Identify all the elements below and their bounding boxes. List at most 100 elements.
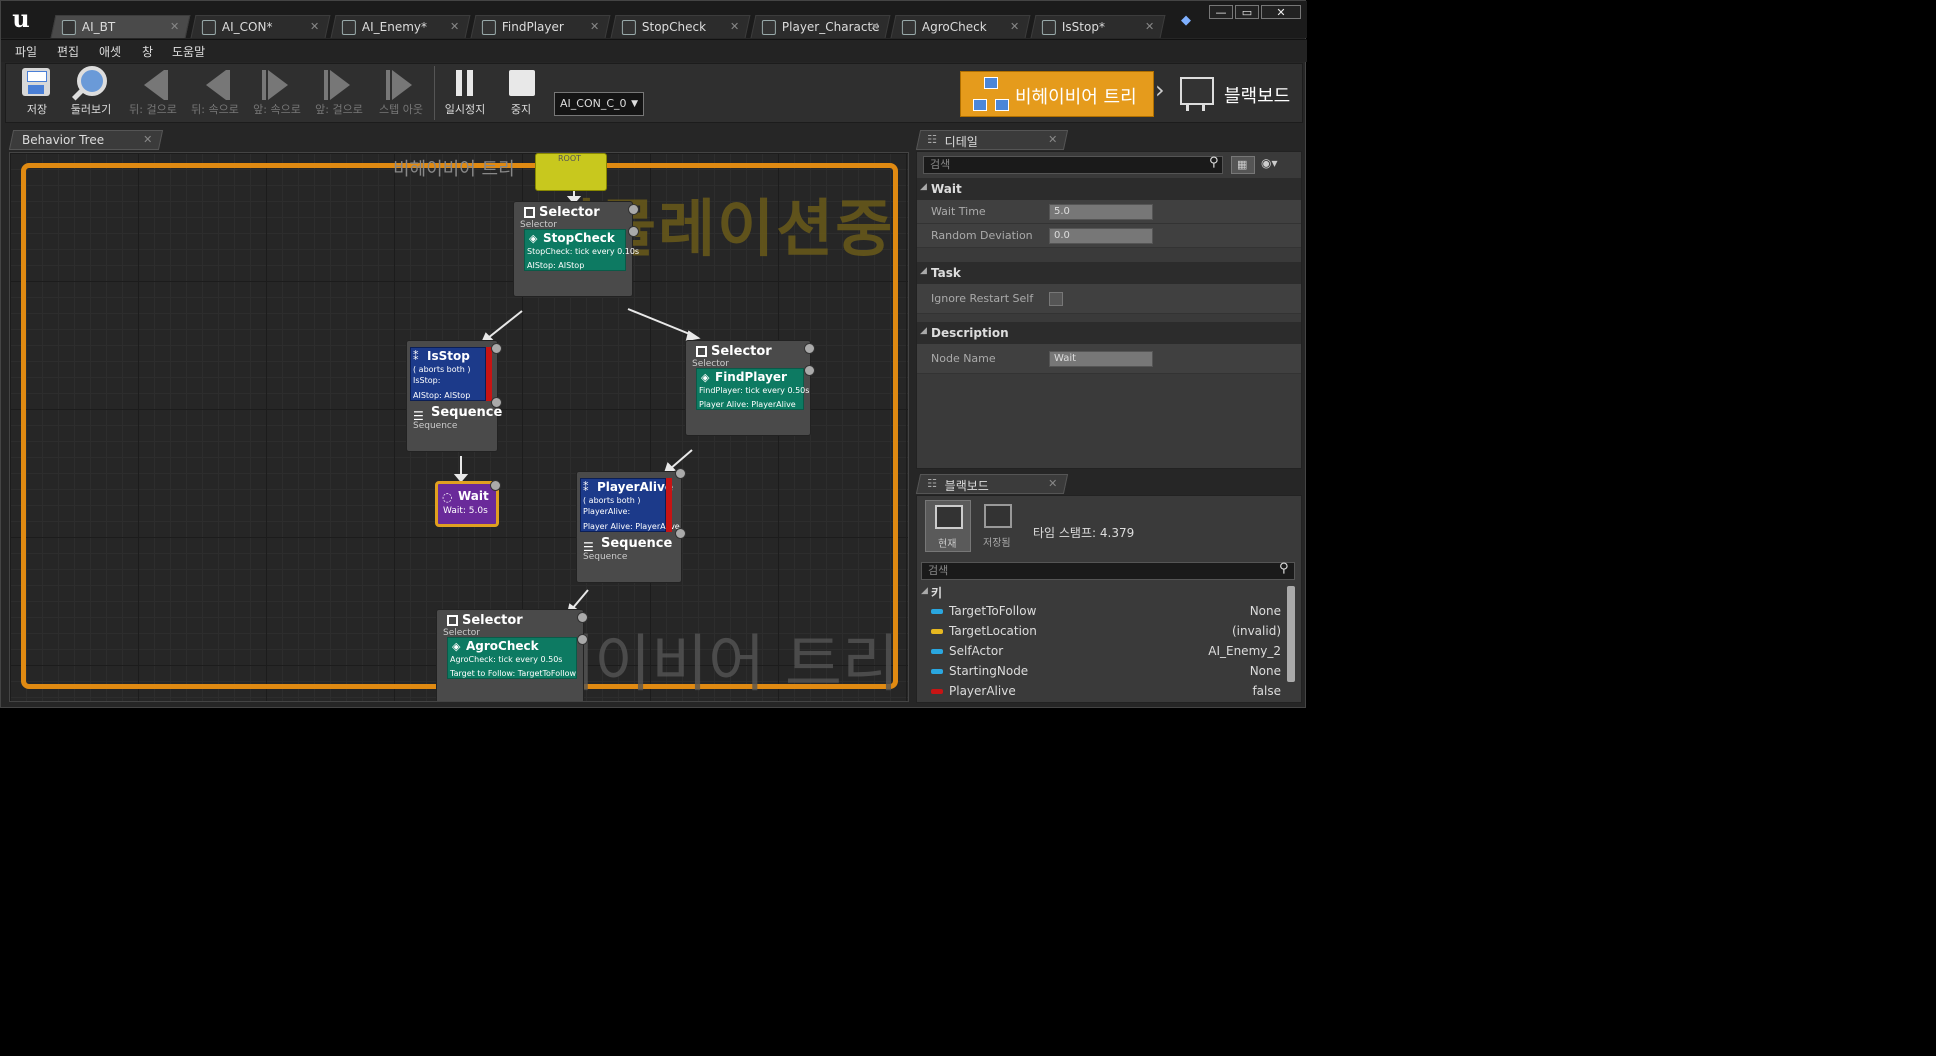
step-out-button[interactable]: 스텝 아웃	[372, 64, 430, 122]
selector-node-root[interactable]: Selector Selector ◈ StopCheck StopCheck:…	[513, 201, 639, 297]
collapse-icon[interactable]: ◢	[920, 266, 927, 276]
behavior-tree-graph[interactable]: 비헤이비어 트리 시뮬레이션중 비헤이비어 트리 ROOT Selector S…	[9, 152, 909, 702]
current-values-button[interactable]: 현재	[925, 500, 971, 552]
close-icon[interactable]: ✕	[310, 20, 319, 33]
tab-isstop[interactable]: IsStop* ✕	[1030, 15, 1166, 38]
behavior-tree-mode-button[interactable]: 비헤이비어 트리	[960, 71, 1154, 117]
details-search-input[interactable]: 검색	[923, 156, 1223, 174]
menu-asset[interactable]: 애셋	[99, 43, 121, 60]
close-icon[interactable]: ✕	[143, 133, 152, 146]
eye-icon[interactable]: ◉▾	[1261, 156, 1278, 170]
pause-button[interactable]: 일시정지	[436, 64, 494, 122]
service-findplayer[interactable]: ◈ FindPlayer FindPlayer: tick every 0.50…	[696, 368, 809, 410]
section-description[interactable]: Description	[917, 322, 1301, 344]
node-title: Selector	[462, 613, 523, 628]
decorator-isstop[interactable]: ⁑ IsStop ( aborts both ) IsStop: AIStop:…	[410, 347, 486, 401]
tab-details[interactable]: ☷ 디테일 ✕	[915, 130, 1069, 150]
menu-edit[interactable]: 편집	[57, 43, 79, 60]
node-pin[interactable]	[804, 343, 815, 354]
browse-button[interactable]: 둘러보기	[62, 64, 120, 122]
blackboard-search-input[interactable]: 검색	[921, 562, 1295, 580]
blackboard-key-row[interactable]: SelfActor AI_Enemy_2	[931, 642, 1281, 662]
minimize-button[interactable]: —	[1209, 5, 1233, 19]
node-pin[interactable]	[628, 204, 639, 215]
menu-help[interactable]: 도움말	[172, 43, 205, 60]
tab-blackboard[interactable]: ☷ 블랙보드 ✕	[915, 474, 1069, 494]
root-node[interactable]: ROOT	[535, 153, 607, 191]
node-pin[interactable]	[577, 612, 588, 623]
close-icon[interactable]: ✕	[1048, 477, 1057, 490]
selector-node-agrocheck[interactable]: Selector Selector ◈ AgroCheck AgroCheck:…	[436, 609, 588, 701]
stop-button[interactable]: 중지	[492, 64, 550, 122]
tab-behavior-tree-graph[interactable]: Behavior Tree ✕	[8, 130, 164, 150]
collapse-icon[interactable]: ◢	[920, 326, 927, 336]
wait-task-node[interactable]: ◌ Wait Wait: 5.0s	[435, 480, 501, 527]
node-pin[interactable]	[675, 468, 686, 479]
close-icon[interactable]: ✕	[1048, 133, 1057, 146]
forward-into-button[interactable]: 앞: 속으로	[248, 64, 306, 122]
blackboard-icon	[984, 504, 1012, 528]
forward-over-button[interactable]: 앞: 걸으로	[310, 64, 368, 122]
close-window-button[interactable]: ✕	[1261, 5, 1301, 19]
tab-findplayer[interactable]: FindPlayer ✕	[470, 15, 611, 38]
bool-key-icon	[931, 689, 943, 694]
blackboard-mode-button[interactable]: 블랙보드	[1172, 71, 1300, 117]
tab-agrocheck[interactable]: AgroCheck ✕	[890, 15, 1031, 38]
blackboard-key-row[interactable]: TargetLocation (invalid)	[931, 622, 1281, 642]
decorator-playeralive[interactable]: ⁑ PlayerAlive ( aborts both ) PlayerAliv…	[580, 478, 680, 532]
collapse-icon[interactable]: ◢	[921, 586, 928, 596]
sequence-node-playeralive[interactable]: ⁑ PlayerAlive ( aborts both ) PlayerAliv…	[576, 468, 686, 583]
debug-object-dropdown[interactable]: AI_CON_C_0 ▼	[554, 92, 644, 116]
close-icon[interactable]: ✕	[870, 20, 879, 33]
service-title: FindPlayer	[715, 370, 787, 384]
tab-stopcheck[interactable]: StopCheck ✕	[610, 15, 751, 38]
pause-label: 일시정지	[444, 103, 486, 116]
tab-ai-enemy[interactable]: AI_Enemy* ✕	[330, 15, 471, 38]
menu-window[interactable]: 창	[142, 43, 153, 60]
property-matrix-button[interactable]: ▦	[1231, 156, 1255, 174]
close-icon[interactable]: ✕	[1010, 20, 1019, 33]
save-button[interactable]: 저장	[8, 64, 66, 122]
ignore-restart-checkbox[interactable]	[1049, 292, 1063, 306]
forward-over-label: 앞: 걸으로	[315, 103, 363, 116]
node-pin[interactable]	[491, 397, 502, 408]
close-icon[interactable]: ✕	[1145, 20, 1154, 33]
section-task[interactable]: Task	[917, 262, 1301, 284]
tab-ai-con[interactable]: AI_CON* ✕	[190, 15, 331, 38]
node-pin[interactable]	[577, 634, 588, 645]
wait-time-input[interactable]: 5.0	[1049, 204, 1153, 220]
keys-scrollbar[interactable]	[1287, 586, 1295, 682]
blackboard-key-row[interactable]: TargetToFollow None	[931, 602, 1281, 622]
close-icon[interactable]: ✕	[170, 20, 179, 33]
maximize-button[interactable]: ▭	[1235, 5, 1259, 19]
editor-window: u AI_BT ✕ AI_CON* ✕ AI_Enemy* ✕ FindPlay…	[0, 0, 1307, 708]
back-into-button[interactable]: 뒤: 속으로	[186, 64, 244, 122]
node-pin[interactable]	[490, 480, 501, 491]
blackboard-key-row[interactable]: StartingNode None	[931, 662, 1281, 682]
back-over-button[interactable]: 뒤: 걸으로	[124, 64, 182, 122]
tab-player-character[interactable]: Player_Characte ✕	[750, 15, 891, 38]
node-pin[interactable]	[675, 528, 686, 539]
node-pin[interactable]	[628, 226, 639, 237]
collapse-icon[interactable]: ◢	[920, 182, 927, 192]
menu-file[interactable]: 파일	[15, 43, 37, 60]
service-stopcheck[interactable]: ◈ StopCheck StopCheck: tick every 0.10s …	[524, 229, 639, 271]
sequence-node-isstop[interactable]: ⁑ IsStop ( aborts both ) IsStop: AIStop:…	[406, 340, 502, 452]
blackboard-key-row[interactable]: PlayerAlive false	[931, 682, 1281, 702]
feedback-icon[interactable]: ◆	[1181, 13, 1197, 28]
saved-values-button[interactable]: 저장됨	[975, 500, 1021, 552]
node-pin[interactable]	[491, 343, 502, 354]
section-wait[interactable]: Wait	[917, 178, 1301, 200]
service-agrocheck[interactable]: ◈ AgroCheck AgroCheck: tick every 0.50s …	[447, 637, 577, 679]
selector-node-findplayer[interactable]: Selector Selector ◈ FindPlayer FindPlaye…	[685, 340, 815, 436]
current-label: 현재	[938, 539, 957, 550]
back-into-label: 뒤: 속으로	[191, 103, 239, 116]
random-deviation-input[interactable]: 0.0	[1049, 228, 1153, 244]
close-icon[interactable]: ✕	[730, 20, 739, 33]
node-pin[interactable]	[804, 365, 815, 376]
node-name-input[interactable]: Wait	[1049, 351, 1153, 367]
tab-ai-bt[interactable]: AI_BT ✕	[50, 15, 191, 38]
close-icon[interactable]: ✕	[450, 20, 459, 33]
close-icon[interactable]: ✕	[590, 20, 599, 33]
blackboard-panel: 현재 저장됨 타임 스탬프: 4.379 검색 ⚲ ◢ 키 TargetToFo…	[916, 495, 1302, 703]
